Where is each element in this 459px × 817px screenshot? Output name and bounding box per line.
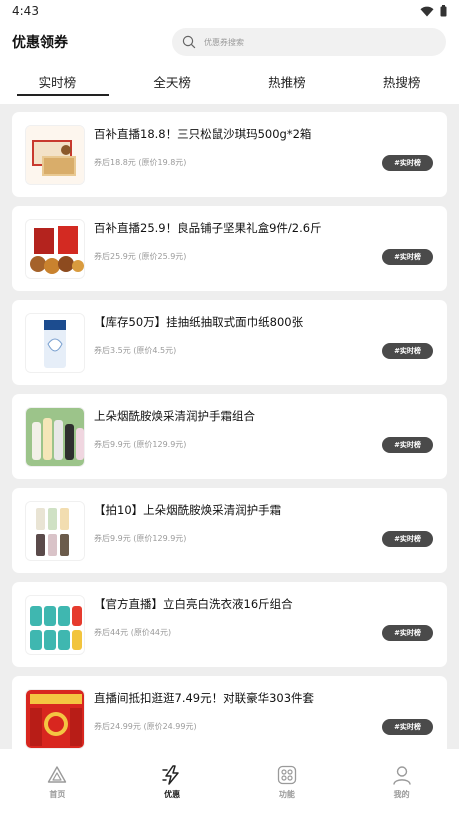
product-price: 券后9.9元 (原价129.9元) bbox=[94, 440, 187, 449]
nav-functions[interactable]: 功能 bbox=[230, 749, 345, 817]
product-image bbox=[25, 595, 85, 655]
nav-label: 我的 bbox=[393, 790, 410, 799]
product-price: 券后24.99元 (原价24.99元) bbox=[94, 722, 197, 731]
tab-all-day[interactable]: 全天榜 bbox=[115, 66, 230, 98]
search-bar[interactable] bbox=[172, 28, 446, 56]
product-image bbox=[25, 219, 85, 279]
product-price: 券后44元 (原价44元) bbox=[94, 628, 172, 637]
product-card[interactable]: 【官方直播】立白亮白洗衣液16斤组合 券后44元 (原价44元) #实时榜 bbox=[12, 582, 447, 667]
rank-badge: #实时榜 bbox=[382, 155, 433, 171]
product-card[interactable]: 直播间抵扣逛逛7.49元！对联豪华303件套 券后24.99元 (原价24.99… bbox=[12, 676, 447, 749]
search-icon bbox=[182, 35, 196, 49]
tab-label: 全天榜 bbox=[153, 75, 191, 90]
product-price: 券后3.5元 (原价4.5元) bbox=[94, 346, 177, 355]
function-grid-icon bbox=[277, 765, 297, 785]
product-image bbox=[25, 689, 85, 749]
page-title: 优惠领券 bbox=[12, 35, 68, 51]
product-title: 【拍10】上朵烟酰胺焕采清润护手霜 bbox=[94, 503, 282, 517]
product-card[interactable]: 上朵烟酰胺焕采清润护手霜组合 券后9.9元 (原价129.9元) #实时榜 bbox=[12, 394, 447, 479]
bottom-nav: 首页 优惠 功能 我的 bbox=[0, 749, 459, 817]
ranking-tabs: 实时榜 全天榜 热推榜 热搜榜 bbox=[0, 66, 459, 98]
product-title: 百补直播25.9！良品铺子坚果礼盒9件/2.6斤 bbox=[94, 221, 322, 235]
status-time: 4:43 bbox=[12, 4, 39, 18]
tab-hot-recommend[interactable]: 热推榜 bbox=[230, 66, 345, 98]
tab-label: 热搜榜 bbox=[382, 75, 421, 90]
wifi-icon bbox=[420, 6, 434, 16]
product-card[interactable]: 百补直播18.8！三只松鼠沙琪玛500g*2箱 券后18.8元 (原价19.8元… bbox=[12, 112, 447, 197]
home-triangle-icon bbox=[48, 766, 67, 783]
product-image bbox=[25, 501, 85, 561]
header: 优惠领券 bbox=[0, 24, 459, 60]
status-icons bbox=[420, 5, 447, 17]
product-image bbox=[25, 125, 85, 185]
tab-hot-search[interactable]: 热搜榜 bbox=[344, 66, 459, 98]
rank-badge: #实时榜 bbox=[382, 437, 433, 453]
rank-badge: #实时榜 bbox=[382, 343, 433, 359]
lightning-icon bbox=[162, 765, 179, 785]
product-card[interactable]: 【库存50万】挂抽纸抽取式面巾纸800张 券后3.5元 (原价4.5元) #实时… bbox=[12, 300, 447, 385]
nav-home[interactable]: 首页 bbox=[0, 749, 115, 817]
rank-badge: #实时榜 bbox=[382, 625, 433, 641]
nav-label: 优惠 bbox=[164, 790, 181, 799]
rank-badge: #实时榜 bbox=[382, 719, 433, 735]
product-title: 上朵烟酰胺焕采清润护手霜组合 bbox=[94, 409, 255, 423]
product-price: 券后18.8元 (原价19.8元) bbox=[94, 158, 187, 167]
rank-badge: #实时榜 bbox=[382, 249, 433, 265]
product-price: 券后9.9元 (原价129.9元) bbox=[94, 534, 187, 543]
product-title: 【库存50万】挂抽纸抽取式面巾纸800张 bbox=[94, 315, 304, 329]
product-title: 直播间抵扣逛逛7.49元！对联豪华303件套 bbox=[94, 691, 315, 705]
product-price: 券后25.9元 (原价25.9元) bbox=[94, 252, 187, 261]
product-title: 【官方直播】立白亮白洗衣液16斤组合 bbox=[94, 597, 293, 611]
search-input[interactable] bbox=[204, 37, 424, 47]
product-list[interactable]: 百补直播18.8！三只松鼠沙琪玛500g*2箱 券后18.8元 (原价19.8元… bbox=[0, 104, 459, 749]
battery-icon bbox=[440, 5, 447, 17]
nav-label: 功能 bbox=[278, 790, 295, 799]
status-bar: 4:43 bbox=[0, 0, 459, 22]
nav-profile[interactable]: 我的 bbox=[344, 749, 459, 817]
product-image bbox=[25, 407, 85, 467]
product-card[interactable]: 百补直播25.9！良品铺子坚果礼盒9件/2.6斤 券后25.9元 (原价25.9… bbox=[12, 206, 447, 291]
product-card[interactable]: 【拍10】上朵烟酰胺焕采清润护手霜 券后9.9元 (原价129.9元) #实时榜 bbox=[12, 488, 447, 573]
person-icon bbox=[392, 766, 411, 785]
product-image bbox=[25, 313, 85, 373]
tab-realtime[interactable]: 实时榜 bbox=[0, 66, 115, 98]
product-title: 百补直播18.8！三只松鼠沙琪玛500g*2箱 bbox=[94, 127, 312, 141]
rank-badge: #实时榜 bbox=[382, 531, 433, 547]
tab-label: 热推榜 bbox=[268, 75, 306, 90]
nav-deals[interactable]: 优惠 bbox=[115, 749, 230, 817]
tab-label: 实时榜 bbox=[38, 75, 77, 90]
nav-label: 首页 bbox=[49, 790, 66, 799]
